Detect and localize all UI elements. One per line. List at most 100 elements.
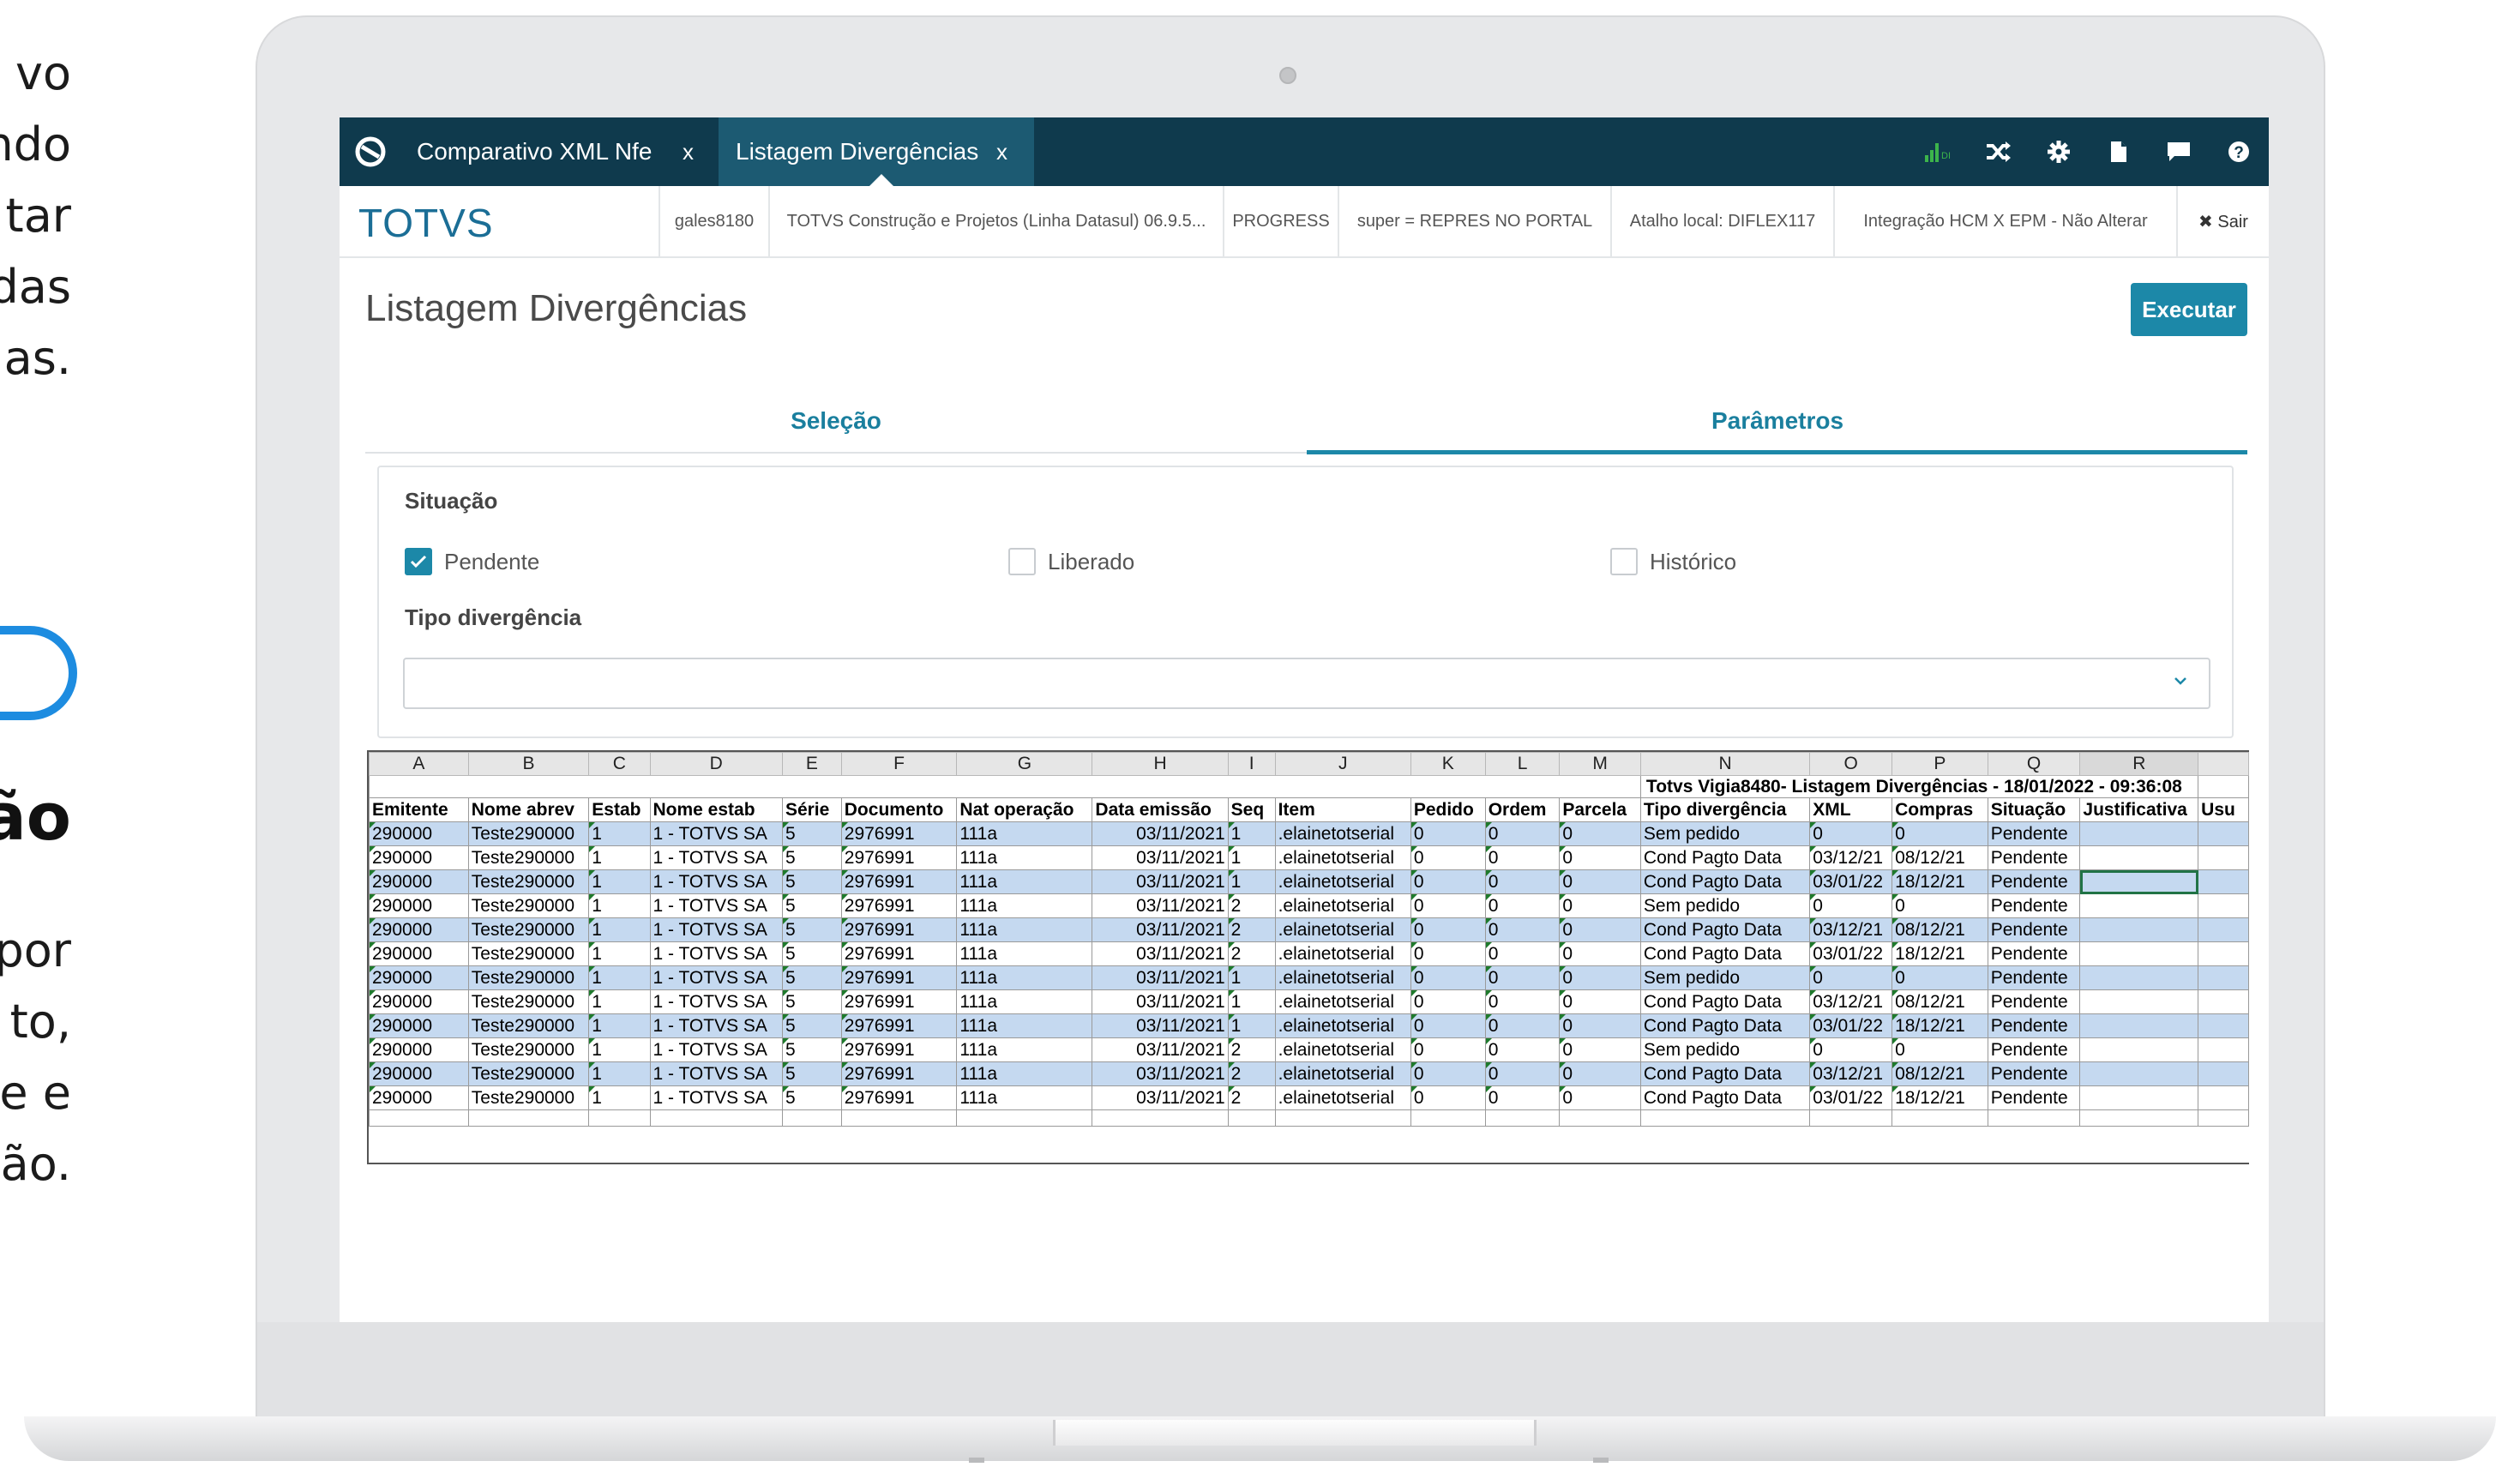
table-cell[interactable] (2198, 1013, 2249, 1038)
table-cell[interactable]: 5 (781, 1061, 842, 1086)
column-header[interactable]: Nome abrev (467, 797, 590, 822)
table-cell[interactable]: .elainetotserial (1274, 821, 1411, 846)
help-icon[interactable]: ? (2209, 117, 2269, 186)
table-cell[interactable]: 1 (588, 845, 651, 870)
table-cell[interactable]: 1 - TOTVS SA (649, 941, 783, 966)
column-letter[interactable] (2198, 752, 2249, 776)
table-cell[interactable]: 0 (1410, 1085, 1486, 1110)
table-cell[interactable]: 0 (1484, 821, 1561, 846)
column-letter[interactable]: I (1227, 752, 1276, 776)
table-row[interactable]: 290000 Teste290000 1 1 - TOTVS SA 5 2976991 11… (369, 1061, 2249, 1086)
table-cell[interactable]: 1 (1227, 845, 1276, 870)
table-cell[interactable]: 0 (1559, 893, 1641, 918)
table-cell[interactable]: 111a (956, 893, 1093, 918)
table-cell[interactable] (2198, 989, 2249, 1014)
table-cell[interactable]: Pendente (1987, 989, 2081, 1014)
table-cell[interactable]: Teste290000 (467, 1085, 590, 1110)
table-cell[interactable]: 5 (781, 965, 842, 990)
table-cell[interactable]: 0 (1410, 1013, 1486, 1038)
table-cell[interactable] (1639, 1109, 1811, 1127)
table-cell[interactable]: 1 (1227, 1013, 1276, 1038)
table-cell[interactable]: 0 (1809, 821, 1893, 846)
table-cell[interactable] (956, 1109, 1093, 1127)
table-cell[interactable]: 1 (1227, 989, 1276, 1014)
checkbox-empty-icon[interactable] (1610, 548, 1638, 575)
table-cell[interactable]: 1 - TOTVS SA (649, 1013, 783, 1038)
table-cell[interactable]: 2976991 (840, 1085, 958, 1110)
table-cell[interactable]: 0 (1809, 965, 1893, 990)
column-header[interactable]: Estab (588, 797, 651, 822)
table-cell[interactable]: 0 (1809, 893, 1893, 918)
table-cell[interactable]: 0 (1484, 917, 1561, 942)
table-cell[interactable]: .elainetotserial (1274, 941, 1411, 966)
column-header[interactable]: Parcela (1559, 797, 1641, 822)
table-cell[interactable]: Cond Pagto Data (1639, 989, 1811, 1014)
column-letter[interactable]: E (781, 752, 842, 776)
table-cell[interactable]: Cond Pagto Data (1639, 1085, 1811, 1110)
logout-button[interactable]: ✖ Sair (2176, 186, 2269, 256)
column-header[interactable]: Compras (1892, 797, 1988, 822)
table-cell[interactable]: 1 (1227, 821, 1276, 846)
table-cell[interactable]: 2976991 (840, 989, 958, 1014)
table-cell[interactable]: Sem pedido (1639, 893, 1811, 918)
column-letter[interactable]: J (1274, 752, 1411, 776)
table-cell[interactable]: 03/11/2021 (1092, 989, 1229, 1014)
table-cell[interactable]: 2976991 (840, 845, 958, 870)
table-cell[interactable]: 290000 (369, 1037, 469, 1062)
table-cell[interactable]: .elainetotserial (1274, 1037, 1411, 1062)
table-cell[interactable] (2079, 893, 2199, 918)
table-cell[interactable] (2079, 1085, 2199, 1110)
table-row[interactable]: 290000 Teste290000 1 1 - TOTVS SA 5 2976991 11… (369, 1013, 2249, 1038)
column-header[interactable]: Data emissão (1092, 797, 1229, 822)
table-cell[interactable]: 2976991 (840, 869, 958, 894)
column-letter[interactable]: D (649, 752, 783, 776)
table-cell[interactable]: 2 (1227, 917, 1276, 942)
table-cell[interactable]: 111a (956, 1013, 1093, 1038)
table-cell[interactable]: 1 (588, 965, 651, 990)
table-cell[interactable]: Teste290000 (467, 1013, 590, 1038)
table-cell[interactable]: 03/11/2021 (1092, 917, 1229, 942)
table-cell[interactable]: Teste290000 (467, 869, 590, 894)
table-row[interactable]: 290000 Teste290000 1 1 - TOTVS SA 5 2976991 11… (369, 917, 2249, 942)
table-cell[interactable]: 5 (781, 917, 842, 942)
table-cell[interactable]: 111a (956, 989, 1093, 1014)
table-cell[interactable]: Teste290000 (467, 821, 590, 846)
table-cell[interactable]: Pendente (1987, 821, 2081, 846)
table-cell[interactable]: 0 (1892, 1037, 1988, 1062)
table-cell[interactable]: 0 (1559, 989, 1641, 1014)
table-cell[interactable]: 2976991 (840, 1013, 958, 1038)
table-cell[interactable]: 0 (1484, 1037, 1561, 1062)
table-cell[interactable]: 111a (956, 1061, 1093, 1086)
info-integration[interactable]: Integração HCM X EPM - Não Alterar (1833, 186, 2176, 256)
column-letter[interactable]: Q (1987, 752, 2081, 776)
table-row[interactable]: 290000 Teste290000 1 1 - TOTVS SA 5 2976991 11… (369, 1037, 2249, 1062)
column-header[interactable]: Nat operação (956, 797, 1093, 822)
table-cell[interactable]: 2976991 (840, 941, 958, 966)
column-header[interactable]: Documento (840, 797, 958, 822)
table-cell[interactable] (2198, 869, 2249, 894)
table-cell[interactable]: Teste290000 (467, 1061, 590, 1086)
info-company[interactable]: TOTVS Construção e Projetos (Linha Datas… (768, 186, 1223, 256)
table-cell[interactable] (467, 1109, 590, 1127)
table-cell[interactable]: 2 (1227, 893, 1276, 918)
table-cell[interactable] (2079, 989, 2199, 1014)
table-cell[interactable]: Pendente (1987, 1037, 2081, 1062)
table-cell[interactable]: 0 (1559, 821, 1641, 846)
table-cell[interactable]: 1 - TOTVS SA (649, 1061, 783, 1086)
table-cell[interactable]: Pendente (1987, 965, 2081, 990)
info-user[interactable]: gales8180 (659, 186, 768, 256)
table-cell[interactable] (2198, 845, 2249, 870)
table-cell[interactable] (2198, 1109, 2249, 1127)
table-cell[interactable]: 2 (1227, 1061, 1276, 1086)
table-cell[interactable]: 03/12/21 (1809, 1061, 1893, 1086)
tab-comparativo-xml[interactable]: Comparativo XML Nfe x (400, 117, 717, 186)
table-row[interactable]: 290000 Teste290000 1 1 - TOTVS SA 5 2976991 11… (369, 989, 2249, 1014)
column-letter[interactable]: K (1410, 752, 1486, 776)
table-cell[interactable] (2079, 965, 2199, 990)
table-cell[interactable]: 08/12/21 (1892, 845, 1988, 870)
checkbox-empty-icon[interactable] (1008, 548, 1036, 575)
column-letter[interactable]: C (588, 752, 651, 776)
table-cell[interactable] (1809, 1109, 1893, 1127)
column-letter[interactable]: G (956, 752, 1093, 776)
table-row[interactable]: 290000 Teste290000 1 1 - TOTVS SA 5 2976991 11… (369, 845, 2249, 870)
